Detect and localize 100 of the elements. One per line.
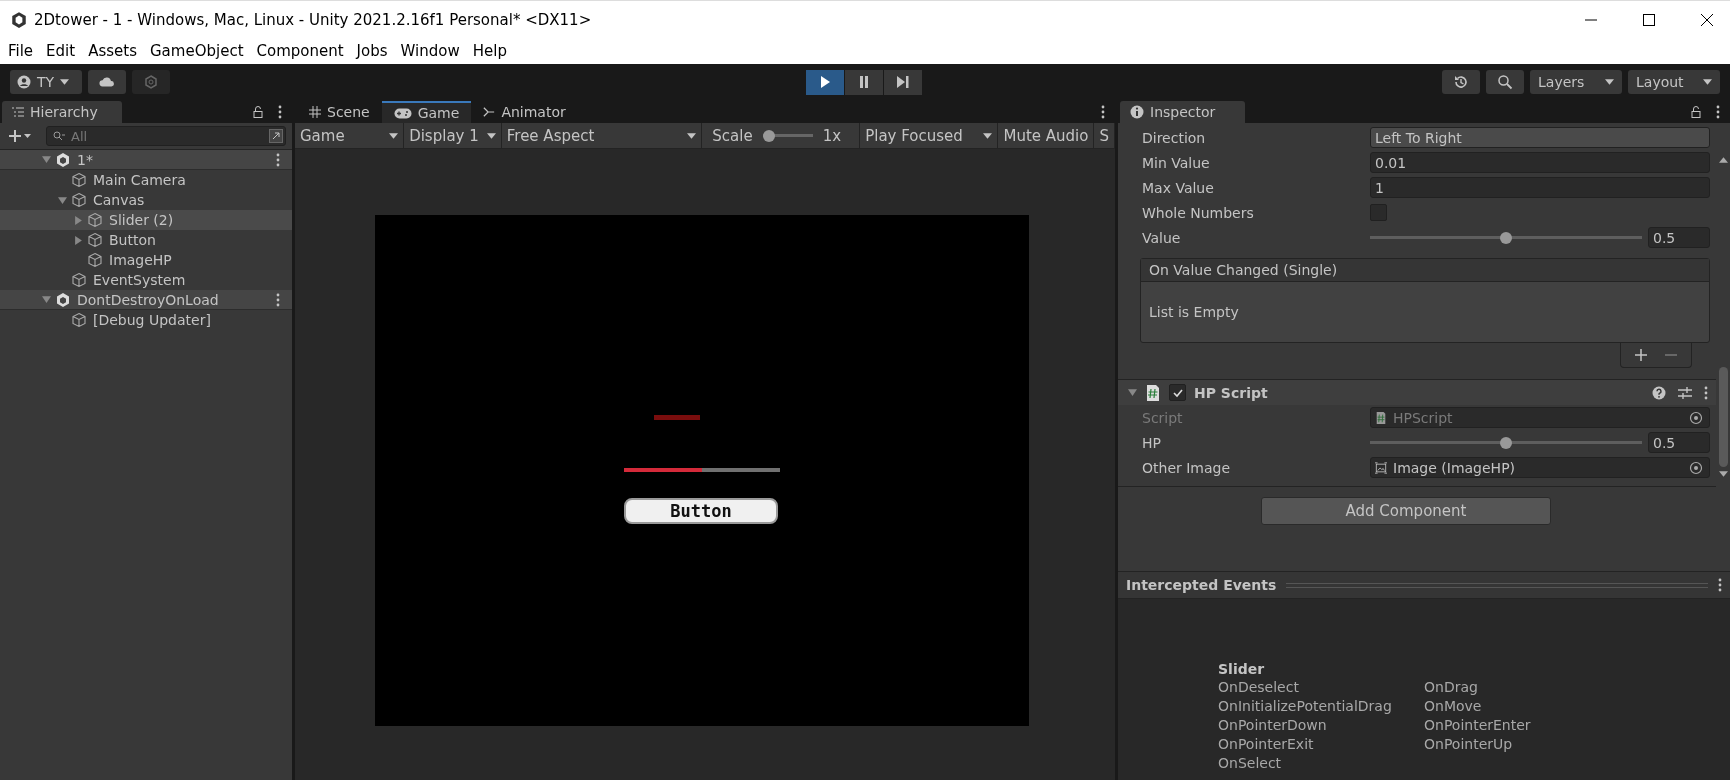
menu-item[interactable]: Assets: [88, 42, 137, 60]
field-label: Script: [1142, 409, 1184, 426]
info-icon: [1130, 105, 1144, 119]
more-icon[interactable]: [276, 292, 280, 307]
close-icon[interactable]: [1700, 12, 1714, 27]
scrollbar-thumb[interactable]: [1718, 367, 1728, 467]
enabled-checkbox[interactable]: [1169, 384, 1186, 401]
add-icon[interactable]: [8, 129, 32, 143]
menu-item[interactable]: Component: [256, 42, 344, 60]
menu-item[interactable]: Window: [400, 42, 460, 60]
inspector-tab[interactable]: Inspector: [1120, 101, 1245, 123]
image-icon: [1375, 461, 1387, 474]
tab-label: Animator: [501, 104, 566, 120]
foldout-arrow-icon[interactable]: [1128, 388, 1137, 397]
foldout-arrow-icon[interactable]: [42, 155, 51, 164]
checkbox[interactable]: [1370, 204, 1387, 221]
more-icon[interactable]: [276, 152, 280, 167]
more-icon[interactable]: [1704, 385, 1708, 400]
pause-button[interactable]: [845, 69, 883, 95]
event-name: OnPointerExit: [1218, 736, 1315, 754]
history-button[interactable]: [1442, 70, 1480, 94]
cloud-button[interactable]: [88, 70, 126, 94]
slider-thumb[interactable]: [1500, 436, 1512, 449]
hierarchy-item-label: EventSystem: [93, 272, 186, 288]
cube-icon: [87, 212, 103, 228]
hierarchy-row[interactable]: 1*: [0, 150, 292, 170]
object-picker-icon[interactable]: [1689, 410, 1703, 425]
lock-icon[interactable]: [252, 106, 264, 118]
hierarchy-item-label: 1*: [77, 151, 93, 168]
hierarchy-row[interactable]: DontDestroyOnLoad: [0, 290, 292, 310]
more-icon[interactable]: [1101, 105, 1105, 119]
expand-icon[interactable]: [269, 129, 283, 143]
field-label: HP: [1142, 434, 1162, 451]
cube-icon: [87, 232, 103, 248]
field-label: Value: [1142, 229, 1182, 246]
step-button[interactable]: [884, 69, 922, 95]
slider-thumb[interactable]: [1500, 231, 1512, 244]
cube-icon: [87, 252, 103, 268]
foldout-arrow-icon[interactable]: [74, 235, 83, 245]
number-field[interactable]: 0.5: [1648, 432, 1710, 453]
view-tab[interactable]: Scene: [297, 101, 382, 123]
unity-logo-icon: [10, 10, 28, 29]
view-tab[interactable]: Animator: [471, 101, 578, 123]
unity-scene-icon: [55, 151, 71, 168]
field-label: Whole Numbers: [1142, 204, 1255, 221]
view-tab[interactable]: Game: [381, 101, 472, 123]
dropdown-field[interactable]: Left To Right: [1370, 127, 1710, 148]
more-icon[interactable]: [1718, 578, 1722, 592]
pause-icon: [858, 76, 870, 88]
foldout-arrow-icon[interactable]: [74, 215, 83, 225]
caret-icon: [60, 79, 70, 85]
maximize-icon[interactable]: [1642, 12, 1656, 27]
cube-icon: [71, 192, 87, 208]
hierarchy-tab[interactable]: Hierarchy: [2, 101, 122, 123]
foldout-arrow-icon[interactable]: [58, 195, 67, 205]
grid-icon: [309, 106, 321, 118]
health-bar: [654, 415, 700, 420]
add-component-button[interactable]: Add Component: [1261, 497, 1551, 525]
hierarchy-item-label: [Debug Updater]: [93, 312, 211, 328]
object-field[interactable]: Image (ImageHP): [1370, 457, 1710, 478]
add-icon[interactable]: [1635, 349, 1647, 361]
menu-item[interactable]: File: [8, 42, 34, 60]
number-field[interactable]: 0.5: [1648, 227, 1710, 248]
field-label: Direction: [1142, 129, 1207, 146]
scroll-up-icon[interactable]: [1718, 157, 1728, 163]
menu-item[interactable]: GameObject: [150, 42, 244, 60]
collab-button[interactable]: [132, 70, 170, 94]
scale-label: Scale: [712, 126, 753, 145]
hierarchy-item-label: Main Camera: [93, 172, 186, 188]
menu-item[interactable]: Edit: [46, 42, 76, 60]
event-name: OnPointerDown: [1218, 717, 1328, 735]
scroll-down-icon[interactable]: [1718, 471, 1728, 477]
play-button[interactable]: [806, 69, 844, 95]
object-picker-icon[interactable]: [1689, 460, 1703, 475]
foldout-arrow-icon[interactable]: [42, 295, 51, 304]
lock-icon[interactable]: [1690, 106, 1702, 118]
account-dropdown[interactable]: TY: [10, 70, 82, 94]
hierarchy-item-label: Canvas: [93, 192, 145, 208]
more-icon[interactable]: [1716, 105, 1720, 119]
event-name: OnDeselect: [1218, 679, 1300, 697]
more-icon[interactable]: [278, 105, 282, 119]
tab-label: Hierarchy: [30, 104, 98, 120]
menu-item[interactable]: Help: [472, 42, 507, 60]
caret-icon: [486, 132, 496, 139]
menu-item[interactable]: Jobs: [356, 42, 388, 60]
tab-label: Scene: [327, 104, 370, 120]
event-name: OnPointerEnter: [1424, 717, 1531, 735]
layers-dropdown[interactable]: Layers: [1530, 70, 1622, 94]
layout-dropdown[interactable]: Layout: [1628, 70, 1720, 94]
search-button[interactable]: [1486, 70, 1524, 94]
scale-reading: 1x: [822, 126, 842, 145]
script-icon: [1375, 411, 1387, 424]
help-icon[interactable]: [1652, 385, 1666, 400]
number-field[interactable]: 1: [1370, 177, 1710, 198]
caret-icon: [687, 132, 697, 139]
hierarchy-row[interactable]: Slider (2): [0, 210, 292, 230]
settings-sliders-icon[interactable]: [1678, 385, 1692, 400]
search-box[interactable]: All: [46, 126, 286, 146]
number-field[interactable]: 0.01: [1370, 152, 1710, 173]
window-title: 2Dtower - 1 - Windows, Mac, Linux - Unity 2021.2.16f1 Personal* <DX11>: [34, 10, 592, 29]
